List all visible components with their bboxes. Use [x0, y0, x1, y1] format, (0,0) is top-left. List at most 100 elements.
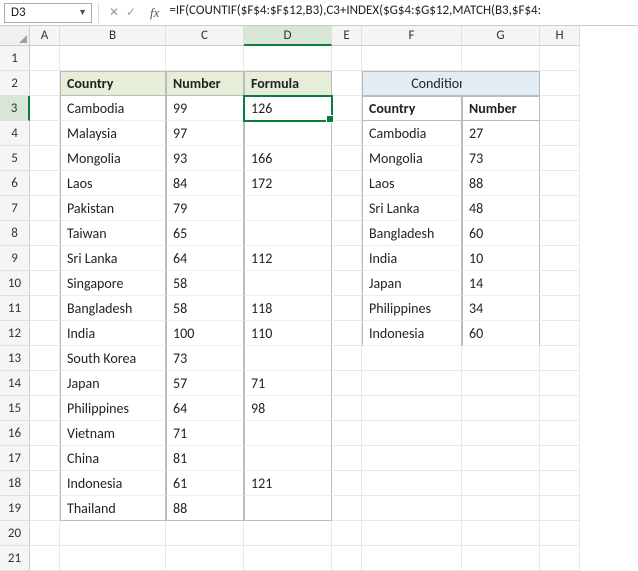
- cell-F21[interactable]: [362, 546, 462, 571]
- cell-A16[interactable]: [30, 421, 60, 446]
- cell-A20[interactable]: [30, 521, 60, 546]
- cell-B16[interactable]: Vietnam: [60, 421, 166, 446]
- cell-H8[interactable]: [540, 221, 580, 246]
- cell-B4[interactable]: Malaysia: [60, 121, 166, 146]
- cell-D12[interactable]: 110: [244, 321, 332, 346]
- col-header-a[interactable]: A: [30, 26, 60, 46]
- cell-C9[interactable]: 64: [166, 246, 244, 271]
- cell-F2[interactable]: Conditions: [362, 71, 462, 96]
- cell-A18[interactable]: [30, 471, 60, 496]
- row-header-19[interactable]: 19: [0, 496, 30, 521]
- row-header-11[interactable]: 11: [0, 296, 30, 321]
- cell-H5[interactable]: [540, 146, 580, 171]
- row-header-15[interactable]: 15: [0, 396, 30, 421]
- cell-B7[interactable]: Pakistan: [60, 196, 166, 221]
- cell-G16[interactable]: [462, 421, 540, 446]
- row-header-4[interactable]: 4: [0, 121, 30, 146]
- cell-B17[interactable]: China: [60, 446, 166, 471]
- cell-A19[interactable]: [30, 496, 60, 521]
- cell-C21[interactable]: [166, 546, 244, 571]
- cell-G12[interactable]: 60: [462, 321, 540, 346]
- cell-C19[interactable]: 88: [166, 496, 244, 521]
- cell-G15[interactable]: [462, 396, 540, 421]
- cell-C3[interactable]: 99: [166, 96, 244, 121]
- cell-D17[interactable]: [244, 446, 332, 471]
- cell-E7[interactable]: [332, 196, 362, 221]
- row-header-17[interactable]: 17: [0, 446, 30, 471]
- cell-B18[interactable]: Indonesia: [60, 471, 166, 496]
- col-header-d[interactable]: D: [244, 26, 332, 46]
- cell-B21[interactable]: [60, 546, 166, 571]
- cell-F14[interactable]: [362, 371, 462, 396]
- cell-G2[interactable]: [462, 71, 540, 96]
- cell-C1[interactable]: [166, 46, 244, 71]
- row-header-18[interactable]: 18: [0, 471, 30, 496]
- cell-H9[interactable]: [540, 246, 580, 271]
- cell-A11[interactable]: [30, 296, 60, 321]
- cell-H3[interactable]: [540, 96, 580, 121]
- cell-D20[interactable]: [244, 521, 332, 546]
- cell-A2[interactable]: [30, 71, 60, 96]
- cell-H17[interactable]: [540, 446, 580, 471]
- cell-H18[interactable]: [540, 471, 580, 496]
- cell-E14[interactable]: [332, 371, 362, 396]
- cell-C12[interactable]: 100: [166, 321, 244, 346]
- cell-G19[interactable]: [462, 496, 540, 521]
- cell-E3[interactable]: [332, 96, 362, 121]
- cell-E9[interactable]: [332, 246, 362, 271]
- cell-A12[interactable]: [30, 321, 60, 346]
- row-header-7[interactable]: 7: [0, 196, 30, 221]
- cell-F11[interactable]: Philippines: [362, 296, 462, 321]
- cell-G21[interactable]: [462, 546, 540, 571]
- cell-D18[interactable]: 121: [244, 471, 332, 496]
- cell-F16[interactable]: [362, 421, 462, 446]
- cell-B15[interactable]: Philippines: [60, 396, 166, 421]
- cell-B12[interactable]: India: [60, 321, 166, 346]
- cell-G8[interactable]: 60: [462, 221, 540, 246]
- select-all-corner[interactable]: [0, 26, 30, 46]
- row-header-1[interactable]: 1: [0, 46, 30, 71]
- cell-A10[interactable]: [30, 271, 60, 296]
- chevron-down-icon[interactable]: ▼: [78, 7, 87, 18]
- cell-B14[interactable]: Japan: [60, 371, 166, 396]
- cell-A8[interactable]: [30, 221, 60, 246]
- cell-H6[interactable]: [540, 171, 580, 196]
- cell-H21[interactable]: [540, 546, 580, 571]
- cell-D9[interactable]: 112: [244, 246, 332, 271]
- cell-G4[interactable]: 27: [462, 121, 540, 146]
- row-header-13[interactable]: 13: [0, 346, 30, 371]
- cell-G11[interactable]: 34: [462, 296, 540, 321]
- cell-D14[interactable]: 71: [244, 371, 332, 396]
- cell-F19[interactable]: [362, 496, 462, 521]
- cell-H15[interactable]: [540, 396, 580, 421]
- cell-C16[interactable]: 71: [166, 421, 244, 446]
- cell-E4[interactable]: [332, 121, 362, 146]
- cell-A4[interactable]: [30, 121, 60, 146]
- cell-E11[interactable]: [332, 296, 362, 321]
- col-header-g[interactable]: G: [462, 26, 540, 46]
- cell-H4[interactable]: [540, 121, 580, 146]
- cell-E21[interactable]: [332, 546, 362, 571]
- cell-G3[interactable]: Number: [462, 96, 540, 121]
- cell-A7[interactable]: [30, 196, 60, 221]
- cell-A15[interactable]: [30, 396, 60, 421]
- cell-C13[interactable]: 73: [166, 346, 244, 371]
- cell-G14[interactable]: [462, 371, 540, 396]
- cell-C8[interactable]: 65: [166, 221, 244, 246]
- row-header-20[interactable]: 20: [0, 521, 30, 546]
- row-header-10[interactable]: 10: [0, 271, 30, 296]
- cell-H13[interactable]: [540, 346, 580, 371]
- cell-D15[interactable]: 98: [244, 396, 332, 421]
- cell-A3[interactable]: [30, 96, 60, 121]
- cell-H16[interactable]: [540, 421, 580, 446]
- cell-E2[interactable]: [332, 71, 362, 96]
- cell-E19[interactable]: [332, 496, 362, 521]
- cell-F18[interactable]: [362, 471, 462, 496]
- row-header-6[interactable]: 6: [0, 171, 30, 196]
- cell-H19[interactable]: [540, 496, 580, 521]
- row-header-3[interactable]: 3: [0, 96, 30, 121]
- cell-G6[interactable]: 88: [462, 171, 540, 196]
- cell-E5[interactable]: [332, 146, 362, 171]
- row-header-2[interactable]: 2: [0, 71, 30, 96]
- fx-icon[interactable]: fx: [146, 5, 163, 21]
